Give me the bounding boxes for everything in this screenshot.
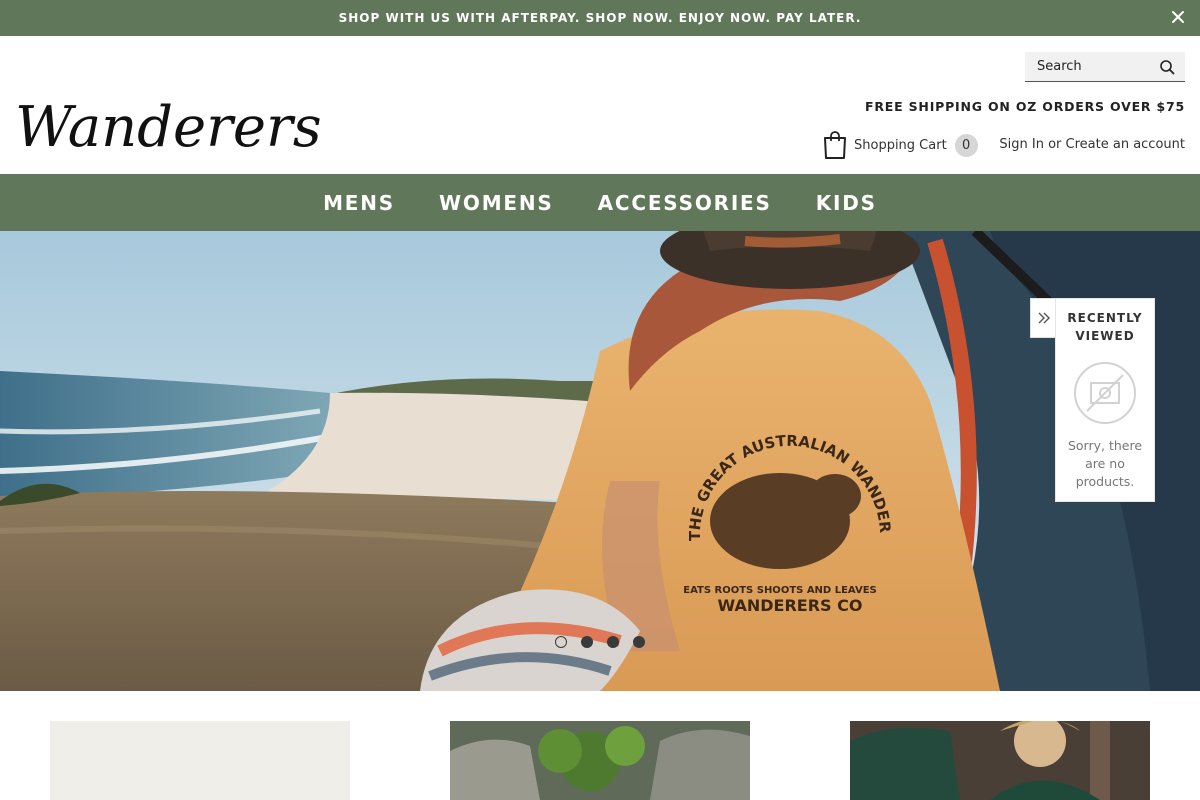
recently-viewed-panel: RECENTLY VIEWED Sorry, there are no prod…: [1055, 298, 1155, 502]
recently-viewed-empty-text: Sorry, there are no products.: [1067, 438, 1143, 489]
recently-viewed-toggle[interactable]: [1030, 298, 1057, 338]
search-input[interactable]: [1037, 59, 1155, 74]
create-account-link[interactable]: Create an account: [1066, 137, 1185, 152]
svg-text:WANDERERS CO: WANDERERS CO: [718, 596, 863, 615]
announcement-bar: SHOP WITH US WITH AFTERPAY. SHOP NOW. EN…: [0, 0, 1200, 36]
search-icon[interactable]: [1159, 59, 1175, 75]
slide-dot-1[interactable]: [555, 636, 567, 648]
account-links: Sign In or Create an account: [999, 137, 1185, 152]
account-separator: or: [1043, 137, 1066, 152]
sign-in-link[interactable]: Sign In: [999, 137, 1044, 152]
site-header: Wanderers Co FREE SHIPPING ON OZ ORDERS …: [0, 36, 1200, 174]
cart-label: Shopping Cart: [854, 137, 947, 153]
slide-dot-3[interactable]: [607, 636, 619, 648]
collection-image-2: [450, 721, 750, 800]
no-image-icon: [1074, 362, 1136, 424]
svg-text:Wanderers Co: Wanderers Co: [15, 95, 325, 160]
search-box: [1025, 52, 1185, 82]
collection-tile-3[interactable]: [850, 721, 1150, 800]
cart-count-badge: 0: [954, 133, 978, 157]
collection-image-3: [850, 721, 1150, 800]
nav-item-kids[interactable]: KIDS: [816, 191, 877, 215]
shopping-cart-link[interactable]: Shopping Cart 0: [822, 130, 978, 160]
logo[interactable]: Wanderers Co: [15, 84, 325, 164]
double-chevron-right-icon: [1038, 312, 1050, 324]
hero-image: THE GREAT AUSTRALIAN WANDERING WOMBAT EA…: [0, 231, 1200, 691]
hero-slideshow[interactable]: THE GREAT AUSTRALIAN WANDERING WOMBAT EA…: [0, 231, 1200, 691]
nav-item-mens[interactable]: MENS: [323, 191, 395, 215]
slide-dot-2[interactable]: [581, 636, 593, 648]
shopping-bag-icon: [824, 131, 846, 159]
collection-tile-2[interactable]: [450, 721, 750, 800]
slideshow-dots: [555, 636, 645, 648]
collection-image-1: [50, 721, 350, 800]
nav-item-accessories[interactable]: ACCESSORIES: [598, 191, 772, 215]
nav-item-womens[interactable]: WOMENS: [439, 191, 554, 215]
free-shipping-banner: FREE SHIPPING ON OZ ORDERS OVER $75: [865, 99, 1185, 114]
main-nav: MENS WOMENS ACCESSORIES KIDS: [0, 174, 1200, 231]
close-icon[interactable]: [1170, 9, 1186, 25]
collection-tile-1[interactable]: [50, 721, 350, 800]
slide-dot-4[interactable]: [633, 636, 645, 648]
svg-text:EATS ROOTS SHOOTS AND LEAVES: EATS ROOTS SHOOTS AND LEAVES: [683, 585, 877, 596]
recently-viewed-title: RECENTLY VIEWED: [1067, 311, 1143, 343]
announcement-text: SHOP WITH US WITH AFTERPAY. SHOP NOW. EN…: [338, 11, 862, 25]
